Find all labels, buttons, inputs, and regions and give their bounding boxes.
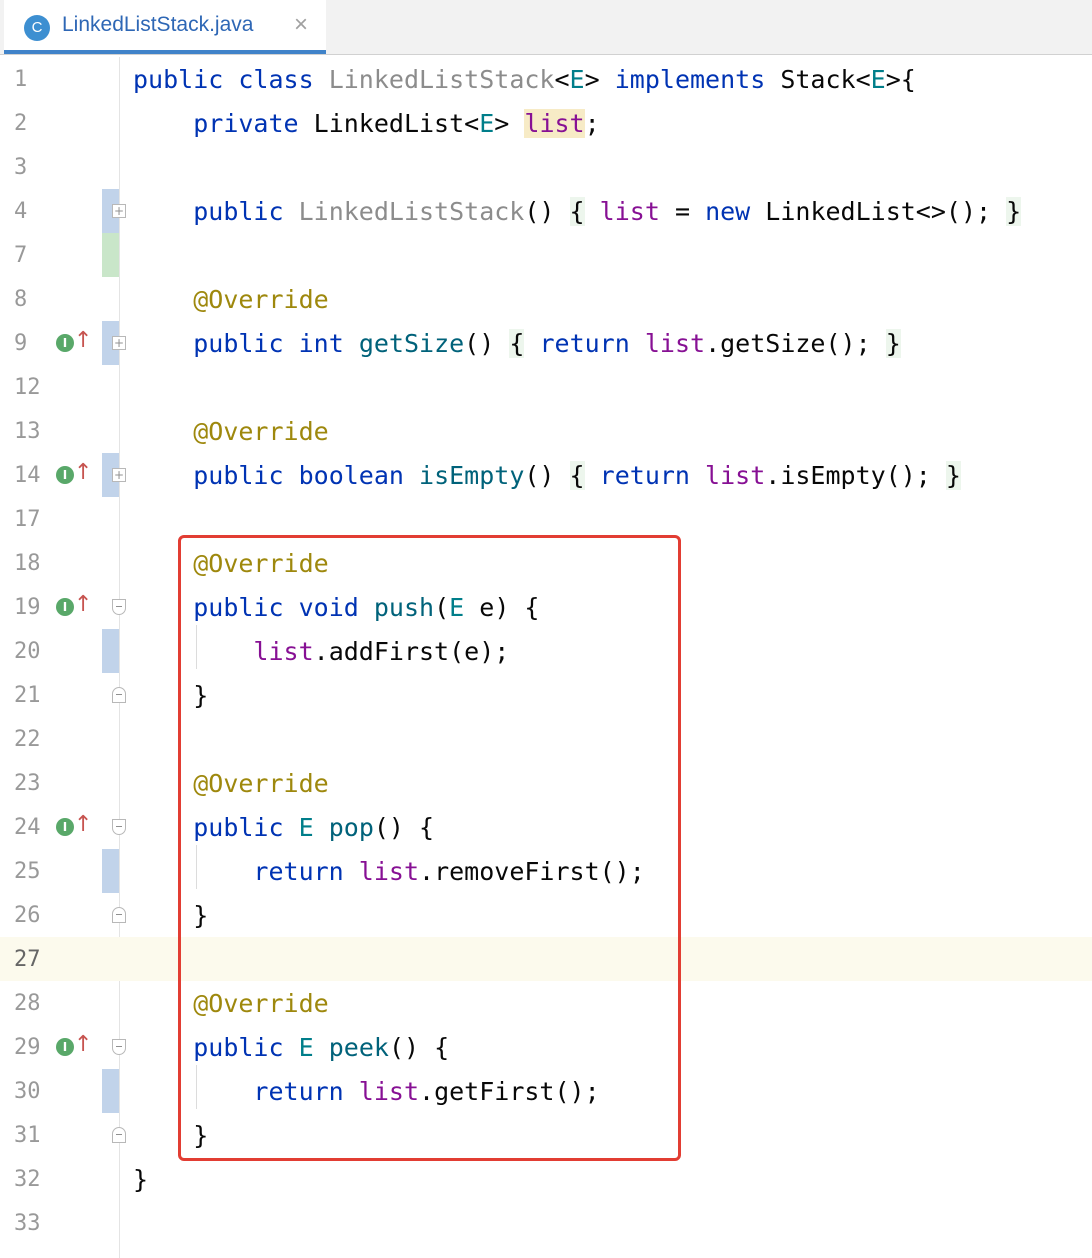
vcs-modified-marker[interactable] [102, 629, 119, 673]
line-number: 7 [14, 243, 28, 268]
line-number: 28 [14, 991, 41, 1016]
fold-collapse-icon[interactable] [112, 819, 126, 835]
implements-method-icon[interactable]: I ↑ [56, 328, 92, 358]
implements-method-icon[interactable]: I ↑ [56, 592, 92, 622]
line-code: private LinkedList<E> list; [193, 109, 600, 138]
line-number: 21 [14, 683, 41, 708]
line-number: 24 [14, 815, 41, 840]
fold-expand-icon[interactable]: + [112, 336, 126, 350]
close-icon[interactable]: × [294, 11, 308, 39]
line-code: } [133, 1165, 149, 1194]
code-line[interactable]: 32 } [0, 1157, 1092, 1201]
line-number: 30 [14, 1079, 41, 1104]
fold-collapse-icon[interactable] [112, 1039, 126, 1055]
code-line[interactable]: 7 [0, 233, 1092, 277]
code-line[interactable]: 8 @Override [0, 277, 1092, 321]
line-number: 23 [14, 771, 41, 796]
line-code: @Override [193, 417, 329, 446]
implements-method-icon[interactable]: I ↑ [56, 812, 92, 842]
line-number: 8 [14, 287, 28, 312]
code-line[interactable]: 2 private LinkedList<E> list; [0, 101, 1092, 145]
line-number: 14 [14, 463, 41, 488]
line-number: 25 [14, 859, 41, 884]
line-number: 31 [14, 1123, 41, 1148]
code-line[interactable]: 12 [0, 365, 1092, 409]
code-line[interactable]: 4 public LinkedListStack() { list = new … [0, 189, 1092, 233]
line-number: 19 [14, 595, 41, 620]
implements-method-icon[interactable]: I ↑ [56, 1032, 92, 1062]
line-number: 18 [14, 551, 41, 576]
line-code: public int getSize() { return list.getSi… [193, 329, 901, 358]
line-code: @Override [193, 285, 329, 314]
fold-expand-icon[interactable]: + [112, 204, 126, 218]
tab-linkedliststack-java[interactable]: C LinkedListStack.java × [4, 0, 326, 54]
line-code: public boolean isEmpty() { return list.i… [193, 461, 961, 490]
class-file-icon: C [24, 15, 50, 41]
line-number: 22 [14, 727, 41, 752]
line-number: 26 [14, 903, 41, 928]
fold-expand-icon[interactable]: + [112, 468, 126, 482]
vcs-modified-marker[interactable] [102, 849, 119, 893]
line-number: 17 [14, 507, 41, 532]
code-line[interactable]: 33 [0, 1201, 1092, 1245]
fold-end-icon[interactable] [112, 1127, 126, 1143]
code-line[interactable]: 9 public int getSize() { return list.get… [0, 321, 1092, 365]
code-line[interactable]: 13 @Override [0, 409, 1092, 453]
code-line[interactable]: 1 public class LinkedListStack<E> implem… [0, 57, 1092, 101]
editor-tab-bar: C LinkedListStack.java × [0, 0, 1092, 55]
line-code: public class LinkedListStack<E> implemen… [133, 65, 916, 94]
implements-method-icon[interactable]: I ↑ [56, 460, 92, 490]
line-code: public LinkedListStack() { list = new Li… [193, 197, 1022, 226]
code-line[interactable]: 3 [0, 145, 1092, 189]
line-number: 3 [14, 155, 28, 180]
vcs-modified-marker[interactable] [102, 1069, 119, 1113]
line-number: 32 [14, 1167, 41, 1192]
vcs-added-marker[interactable] [102, 233, 119, 277]
line-number: 12 [14, 375, 41, 400]
line-number: 29 [14, 1035, 41, 1060]
line-number: 20 [14, 639, 41, 664]
code-line[interactable]: 14 public boolean isEmpty() { return lis… [0, 453, 1092, 497]
fold-end-icon[interactable] [112, 687, 126, 703]
line-number: 13 [14, 419, 41, 444]
fold-end-icon[interactable] [112, 907, 126, 923]
line-number: 33 [14, 1211, 41, 1236]
line-number: 27 [14, 947, 41, 972]
line-number: 2 [14, 111, 28, 136]
line-number: 4 [14, 199, 28, 224]
fold-collapse-icon[interactable] [112, 599, 126, 615]
tab-title: LinkedListStack.java [62, 13, 254, 36]
annotation-highlight-box [178, 535, 681, 1161]
line-number: 9 [14, 331, 28, 356]
line-number: 1 [14, 67, 28, 92]
